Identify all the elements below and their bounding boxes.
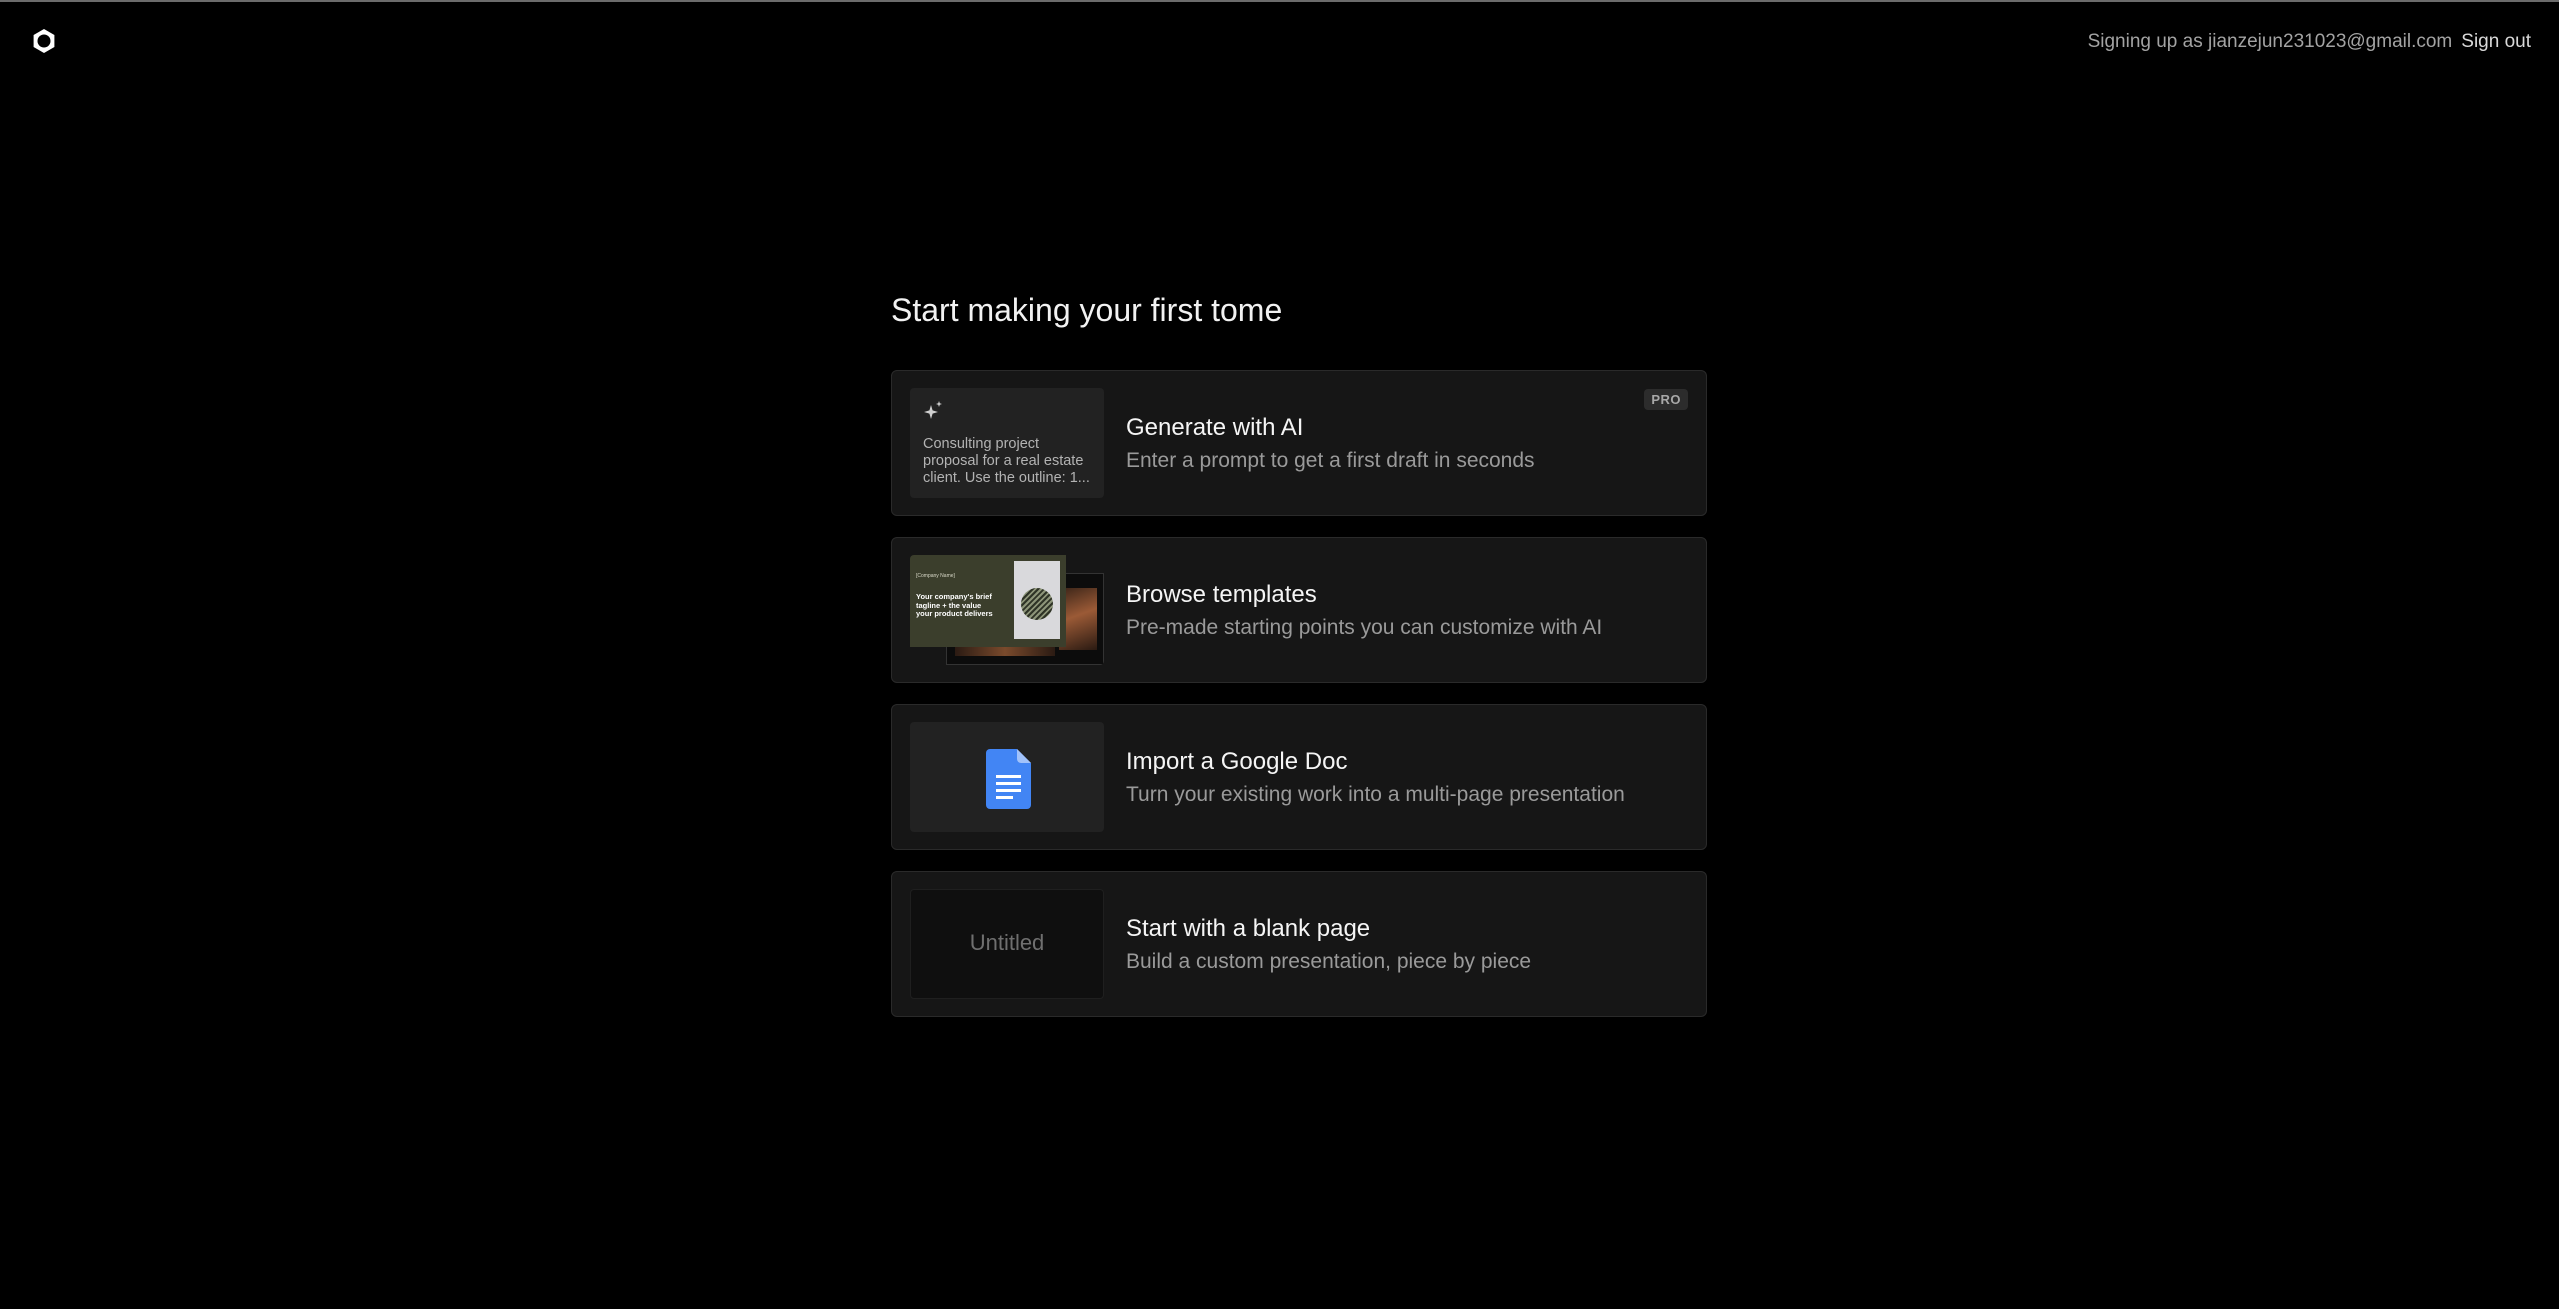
browse-templates-card[interactable]: [Company Name] Your company's brief tagl… [891,537,1707,683]
ai-example-prompt: Consulting project proposal for a real e… [923,436,1090,486]
ai-prompt-thumbnail: Consulting project proposal for a real e… [910,388,1104,498]
google-docs-icon [986,749,1031,809]
browse-templates-description: Pre-made starting points you can customi… [1126,616,1603,639]
pro-badge: PRO [1644,389,1688,410]
import-google-doc-description: Turn your existing work into a multi-pag… [1126,783,1625,806]
google-doc-thumbnail [910,722,1104,832]
template-circle-graphic [1021,588,1053,620]
sign-out-link[interactable]: Sign out [2461,30,2531,54]
sparkle-icon [924,401,942,419]
signing-up-as-label: Signing up as jianzejun231023@gmail.com [2087,31,2453,52]
generate-with-ai-card[interactable]: Consulting project proposal for a real e… [891,370,1707,516]
browse-templates-title: Browse templates [1126,581,1317,608]
account-info: Signing up as jianzejun231023@gmail.com … [2088,30,2531,54]
blank-page-description: Build a custom presentation, piece by pi… [1126,950,1532,973]
blank-page-thumbnail: Untitled [910,889,1104,999]
blank-page-card[interactable]: Untitled Start with a blank page Build a… [891,871,1707,1017]
template-headline: Your company's brief tagline + the value… [916,592,993,618]
template-image [1014,561,1060,639]
tome-logo-icon[interactable] [31,28,57,54]
generate-with-ai-title: Generate with AI [1126,414,1304,441]
import-google-doc-title: Import a Google Doc [1126,748,1348,775]
template-company-name: [Company Name] [916,573,955,579]
untitled-label: Untitled [969,930,1045,955]
import-google-doc-card[interactable]: Import a Google Doc Turn your existing w… [891,704,1707,850]
template-preview-front: [Company Name] Your company's brief tagl… [910,555,1066,647]
top-border [0,0,2559,2]
page-title: Start making your first tome [891,292,1283,328]
blank-page-title: Start with a blank page [1126,915,1371,942]
generate-with-ai-description: Enter a prompt to get a first draft in s… [1126,449,1535,472]
templates-thumbnail: [Company Name] Your company's brief tagl… [910,555,1104,665]
